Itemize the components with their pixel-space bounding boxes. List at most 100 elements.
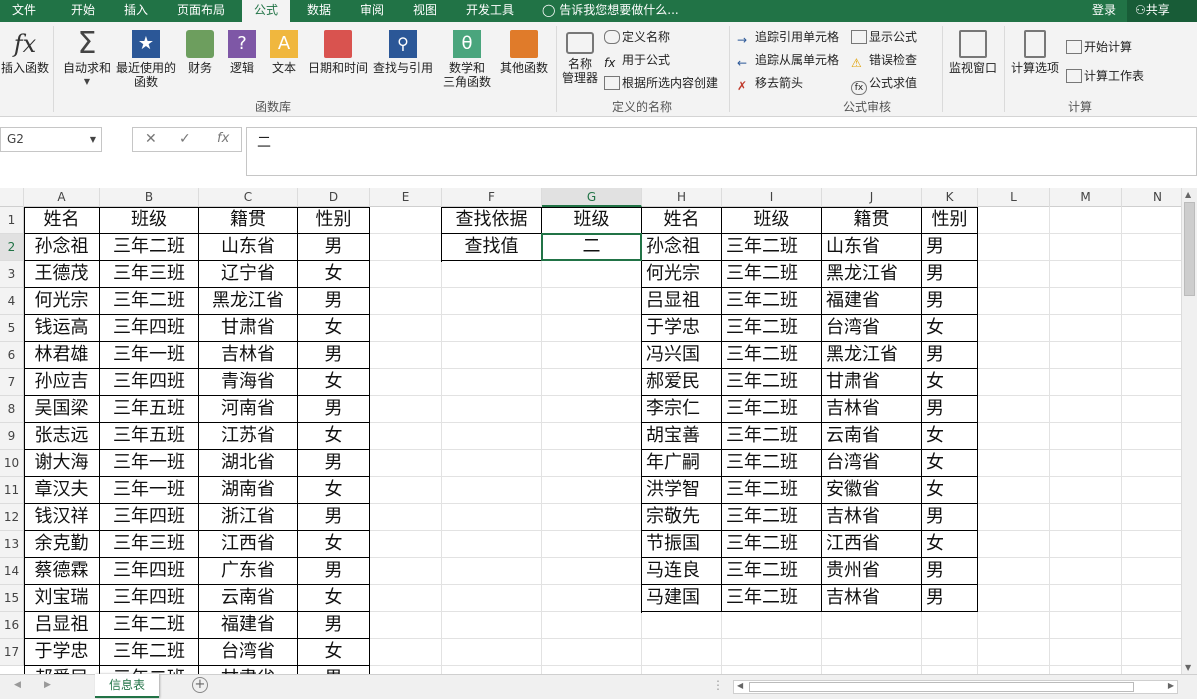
table-cell[interactable]: 男: [298, 504, 370, 531]
row-header[interactable]: 12: [0, 504, 24, 531]
column-header[interactable]: L: [978, 188, 1050, 207]
result-cell[interactable]: 女: [922, 423, 978, 450]
row-header[interactable]: 8: [0, 396, 24, 423]
column-header[interactable]: H: [642, 188, 722, 207]
row-header[interactable]: 15: [0, 585, 24, 612]
add-sheet-icon[interactable]: +: [192, 677, 208, 693]
result-cell[interactable]: 冯兴国: [642, 342, 722, 369]
share-button[interactable]: ⚇共享: [1127, 0, 1197, 22]
result-cell[interactable]: 台湾省: [822, 450, 922, 477]
result-cell[interactable]: 山东省: [822, 234, 922, 261]
result-cell[interactable]: 三年二班: [722, 585, 822, 612]
table-cell[interactable]: 广东省: [199, 558, 298, 585]
more-functions-button[interactable]: 其他函数: [498, 30, 550, 75]
tab-review[interactable]: 审阅: [360, 0, 384, 22]
scroll-left-icon[interactable]: ◀: [14, 680, 21, 690]
table-cell[interactable]: 浙江省: [199, 504, 298, 531]
table-cell[interactable]: 男: [298, 288, 370, 315]
table-cell[interactable]: 辽宁省: [199, 261, 298, 288]
tab-formulas[interactable]: 公式: [242, 0, 291, 23]
result-cell[interactable]: 黑龙江省: [822, 261, 922, 288]
scroll-left-icon[interactable]: ◀: [737, 681, 743, 690]
table-cell[interactable]: 三年二班: [100, 612, 199, 639]
tab-developer[interactable]: 开发工具: [466, 0, 514, 22]
login-link[interactable]: 登录: [1092, 0, 1116, 21]
error-checking-button[interactable]: ⚠ 错误检查: [851, 50, 917, 70]
result-cell[interactable]: 三年二班: [722, 234, 822, 261]
lookup-label-cell[interactable]: 查找值: [442, 234, 542, 261]
result-cell[interactable]: 江西省: [822, 531, 922, 558]
table-cell[interactable]: 孙念祖: [24, 234, 100, 261]
result-cell[interactable]: 三年二班: [722, 558, 822, 585]
table-cell[interactable]: 刘宝瑞: [24, 585, 100, 612]
name-box[interactable]: G2 ▼: [0, 127, 102, 152]
result-cell[interactable]: 女: [922, 315, 978, 342]
result-cell[interactable]: 三年二班: [722, 531, 822, 558]
table-cell[interactable]: 三年四班: [100, 585, 199, 612]
table-cell[interactable]: 台湾省: [199, 639, 298, 666]
table-cell[interactable]: 男: [298, 612, 370, 639]
result-cell[interactable]: 男: [922, 261, 978, 288]
table-cell[interactable]: 三年二班: [100, 666, 199, 674]
fx-icon[interactable]: fx: [217, 131, 229, 146]
table-cell[interactable]: 三年四班: [100, 504, 199, 531]
calculate-sheet-button[interactable]: 计算工作表: [1066, 66, 1144, 86]
result-cell[interactable]: 三年二班: [722, 288, 822, 315]
result-header-cell[interactable]: 性别: [922, 207, 978, 234]
column-header[interactable]: D: [298, 188, 370, 207]
table-cell[interactable]: 湖南省: [199, 477, 298, 504]
table-cell[interactable]: 黑龙江省: [199, 288, 298, 315]
formula-input[interactable]: 二: [246, 127, 1197, 176]
table-cell[interactable]: 三年三班: [100, 531, 199, 558]
table-cell[interactable]: 吴国梁: [24, 396, 100, 423]
column-header[interactable]: E: [370, 188, 442, 207]
table-cell[interactable]: 于学忠: [24, 639, 100, 666]
result-cell[interactable]: 云南省: [822, 423, 922, 450]
scroll-down-icon[interactable]: ▼: [1185, 663, 1191, 672]
tab-page-layout[interactable]: 页面布局: [177, 0, 225, 22]
result-cell[interactable]: 男: [922, 234, 978, 261]
result-cell[interactable]: 贵州省: [822, 558, 922, 585]
text-button[interactable]: A 文本: [264, 30, 304, 75]
table-cell[interactable]: 青海省: [199, 369, 298, 396]
table-cell[interactable]: 三年三班: [100, 261, 199, 288]
define-name-button[interactable]: 定义名称: [604, 27, 670, 47]
table-cell[interactable]: 男: [298, 450, 370, 477]
row-header[interactable]: 11: [0, 477, 24, 504]
table-cell[interactable]: 三年一班: [100, 450, 199, 477]
evaluate-formula-button[interactable]: fx 公式求值: [851, 73, 917, 95]
table-header-cell[interactable]: 性别: [298, 207, 370, 234]
result-header-cell[interactable]: 班级: [722, 207, 822, 234]
table-cell[interactable]: 三年一班: [100, 477, 199, 504]
column-header[interactable]: M: [1050, 188, 1122, 207]
table-cell[interactable]: 福建省: [199, 612, 298, 639]
result-cell[interactable]: 男: [922, 558, 978, 585]
table-cell[interactable]: 章汉夫: [24, 477, 100, 504]
row-header[interactable]: 4: [0, 288, 24, 315]
row-header[interactable]: 16: [0, 612, 24, 639]
table-cell[interactable]: 三年二班: [100, 639, 199, 666]
result-cell[interactable]: 孙念祖: [642, 234, 722, 261]
table-cell[interactable]: 蔡德霖: [24, 558, 100, 585]
result-cell[interactable]: 郝爱民: [642, 369, 722, 396]
table-cell[interactable]: 男: [298, 396, 370, 423]
result-cell[interactable]: 马建国: [642, 585, 722, 612]
tell-me-box[interactable]: ◯ 告诉我您想要做什么...: [542, 0, 679, 22]
result-cell[interactable]: 三年二班: [722, 315, 822, 342]
row-header[interactable]: 9: [0, 423, 24, 450]
table-cell[interactable]: 三年二班: [100, 288, 199, 315]
cancel-icon[interactable]: ✕: [145, 131, 157, 147]
tab-home[interactable]: 开始: [71, 0, 95, 22]
table-cell[interactable]: 吕显祖: [24, 612, 100, 639]
result-cell[interactable]: 何光宗: [642, 261, 722, 288]
table-cell[interactable]: 女: [298, 261, 370, 288]
result-cell[interactable]: 节振国: [642, 531, 722, 558]
result-cell[interactable]: 女: [922, 369, 978, 396]
result-cell[interactable]: 吕显祖: [642, 288, 722, 315]
result-header-cell[interactable]: 姓名: [642, 207, 722, 234]
table-cell[interactable]: 谢大海: [24, 450, 100, 477]
result-cell[interactable]: 福建省: [822, 288, 922, 315]
result-cell[interactable]: 男: [922, 342, 978, 369]
table-cell[interactable]: 甘肃省: [199, 315, 298, 342]
insert-function-button[interactable]: fx 插入函数: [0, 30, 50, 75]
